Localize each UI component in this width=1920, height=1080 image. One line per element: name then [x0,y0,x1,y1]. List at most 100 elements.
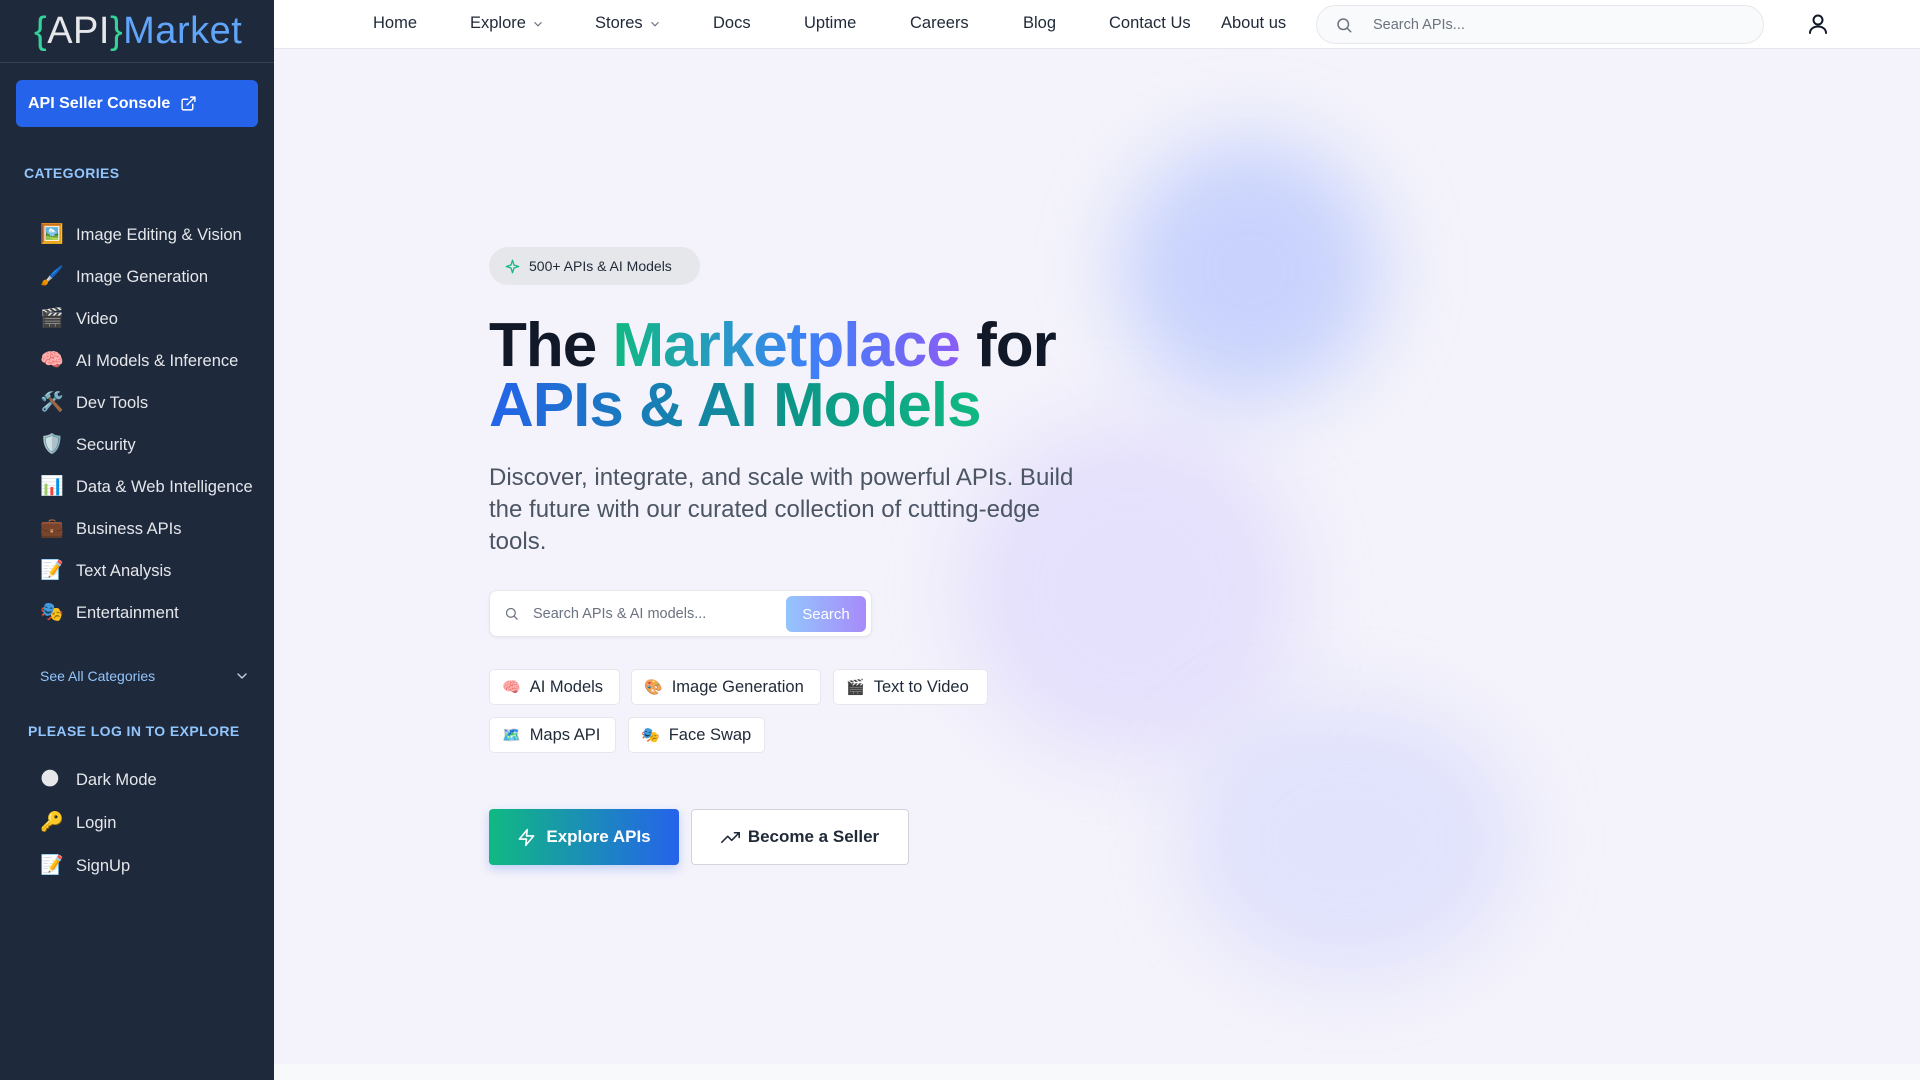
clapperboard-icon: 🎬 [846,679,865,696]
become-seller-button[interactable]: Become a Seller [691,809,909,865]
chip-image-generation[interactable]: 🎨 Image Generation [631,669,821,705]
top-search-input[interactable] [1373,16,1733,33]
nav-contact-us[interactable]: Contact Us [1109,14,1191,33]
sidebar-item-label: Video [76,310,118,328]
memo-icon: 📝 [40,560,64,581]
see-all-categories-toggle[interactable]: See All Categories [40,668,250,684]
user-account-button[interactable] [1806,12,1830,41]
chip-label: AI Models [529,677,604,696]
sidebar-item-dev-tools[interactable]: 🛠️ Dev Tools [0,382,274,424]
chip-label: Face Swap [668,725,752,744]
sidebar-item-label: Image Generation [76,268,209,286]
explore-apis-button[interactable]: Explore APIs [489,809,679,865]
nav-stores[interactable]: Stores [595,14,662,33]
chip-ai-models[interactable]: 🧠 AI Models [489,669,620,705]
image-icon: 🖼️ [40,224,64,245]
login-list: 🌑 Dark Mode 🔑 Login 📝 SignUp [0,759,274,888]
palette-icon: 🎨 [644,679,663,696]
hero-search-button[interactable]: Search [786,596,866,632]
sidebar-item-image-editing[interactable]: 🖼️ Image Editing & Vision [0,214,274,256]
login-label: Login [76,814,117,832]
key-icon: 🔑 [40,812,64,833]
theater-masks-icon: 🎭 [641,727,660,744]
nav-blog[interactable]: Blog [1023,14,1056,33]
top-search-bar[interactable] [1316,5,1764,44]
trending-up-icon [720,831,740,843]
brain-icon: 🧠 [40,350,64,371]
sidebar-item-label: Dev Tools [76,394,149,412]
sidebar-item-label: Entertainment [76,604,179,622]
api-seller-console-button[interactable]: API Seller Console [16,80,258,127]
sidebar-item-image-generation[interactable]: 🖌️ Image Generation [0,256,274,298]
sidebar-item-label: Data & Web Intelligence [76,478,253,496]
signup-link[interactable]: 📝 SignUp [0,845,274,888]
sidebar-item-business[interactable]: 💼 Business APIs [0,508,274,550]
briefcase-icon: 💼 [40,518,64,539]
explore-label: Explore APIs [546,827,651,846]
user-icon [1809,14,1827,34]
sidebar-item-security[interactable]: 🛡️ Security [0,424,274,466]
brain-icon: 🧠 [502,679,521,696]
category-list: 🖼️ Image Editing & Vision 🖌️ Image Generat… [0,214,274,634]
nav-label: Contact Us [1109,14,1191,32]
nav-label: Uptime [804,14,857,32]
nav-label: Home [373,14,418,32]
nav-careers[interactable]: Careers [910,14,969,33]
chip-text-to-video[interactable]: 🎬 Text to Video [833,669,988,705]
hero-subtitle: Discover, integrate, and scale with powe… [489,464,1074,555]
nav-about-us[interactable]: About us [1221,14,1286,33]
login-link[interactable]: 🔑 Login [0,802,274,845]
nav-docs[interactable]: Docs [713,14,751,33]
lightning-icon [518,828,535,846]
hero-search-input[interactable] [533,605,783,622]
nav-label: Blog [1023,14,1057,32]
seller-console-label: API Seller Console [28,94,171,112]
external-link-icon [181,96,196,111]
categories-heading: CATEGORIES [24,165,120,181]
chevron-down-icon [237,673,247,679]
logo-brace-open: { [34,9,48,52]
api-count-badge: 500+ APIs & AI Models [489,247,700,285]
page-bottom-divider [274,1064,1920,1080]
hero-search-bar[interactable]: Search [489,590,872,637]
chip-face-swap[interactable]: 🎭 Face Swap [628,717,765,753]
sidebar-item-label: Text Analysis [76,562,172,580]
search-icon [1337,17,1352,32]
sparkle-icon [505,259,520,273]
nav-label: Explore [470,14,526,32]
become-seller-label: Become a Seller [747,827,880,846]
sidebar-item-label: Image Editing & Vision [76,226,242,244]
nav-explore[interactable]: Explore [470,14,545,33]
chip-label: Maps API [529,725,601,744]
sidebar-item-data-web[interactable]: 📊 Data & Web Intelligence [0,466,274,508]
login-heading: PLEASE LOG IN TO EXPLORE [28,723,240,739]
sidebar-item-label: Security [76,436,136,454]
dark-mode-toggle[interactable]: 🌑 Dark Mode [0,759,274,802]
logo[interactable]: {API} Market [0,0,274,63]
nav-home[interactable]: Home [373,14,417,33]
chevron-down-icon [534,21,542,27]
logo-brace-close: } [109,9,124,52]
sidebar-item-entertainment[interactable]: 🎭 Entertainment [0,592,274,634]
theater-masks-icon: 🎭 [40,602,64,623]
clapperboard-icon: 🎬 [40,308,64,329]
nav-uptime[interactable]: Uptime [804,14,856,33]
map-icon: 🗺️ [502,727,521,744]
logo-api: API [47,9,110,52]
nav-label: Careers [910,14,969,32]
headline-marketplace: Marketplace [612,311,960,380]
nav-label: Stores [595,14,643,32]
chip-maps-api[interactable]: 🗺️ Maps API [489,717,616,753]
headline-the: The [489,311,613,380]
chevron-down-icon [650,21,659,27]
hero-glow-1 [1120,140,1380,400]
sidebar-item-text-analysis[interactable]: 📝 Text Analysis [0,550,274,592]
sidebar-item-ai-models[interactable]: 🧠 AI Models & Inference [0,340,274,382]
shield-icon: 🛡️ [40,434,64,455]
signup-label: SignUp [76,857,131,875]
badge-label: 500+ APIs & AI Models [529,258,672,274]
memo-icon: 📝 [40,855,64,876]
headline-for: for [959,311,1057,380]
sidebar-item-video[interactable]: 🎬 Video [0,298,274,340]
chip-label: Image Generation [671,677,804,696]
